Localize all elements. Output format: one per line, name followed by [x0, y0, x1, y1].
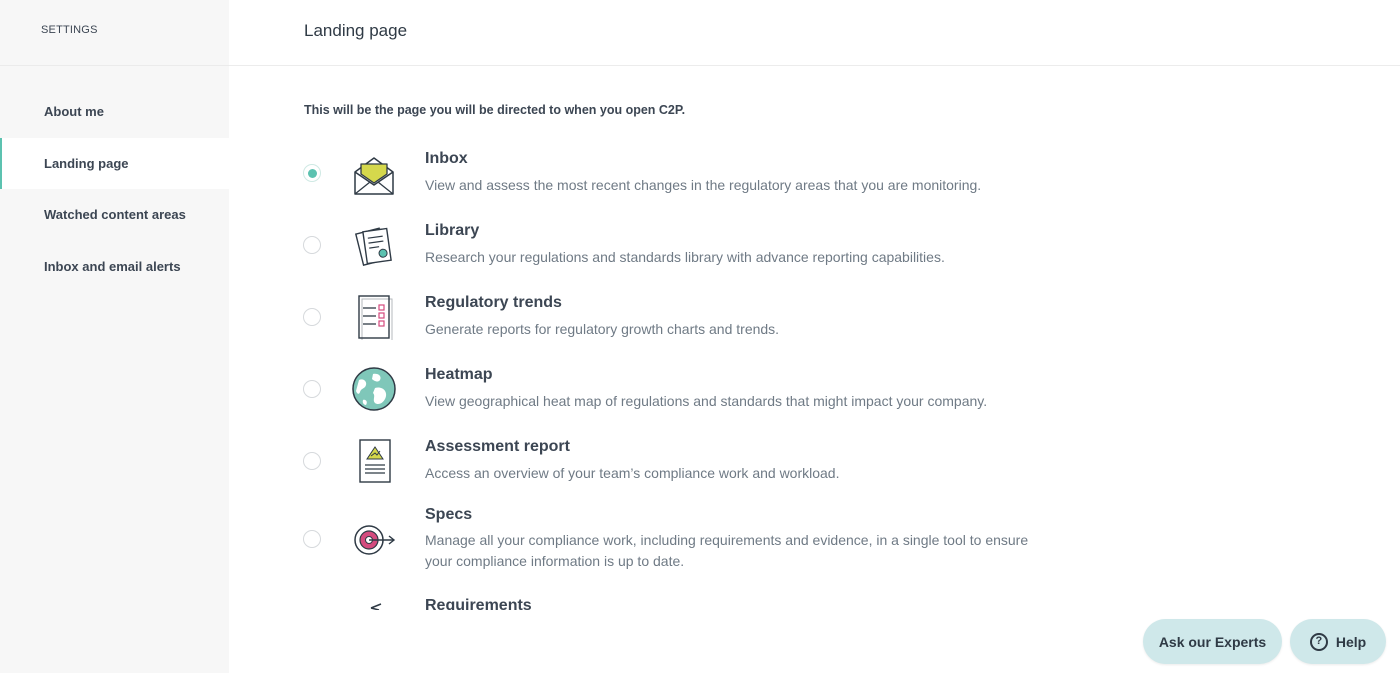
option-description: Access an overview of your team’s compli… — [425, 465, 840, 481]
sidebar-item-inbox-email-alerts[interactable]: Inbox and email alerts — [0, 241, 229, 293]
help-button[interactable]: ? Help — [1290, 619, 1386, 664]
sidebar-title: SETTINGS — [41, 24, 98, 36]
page-header: Landing page — [229, 0, 1400, 66]
settings-nav: About me Landing page Watched content ar… — [0, 86, 229, 292]
requirements-icon — [370, 603, 382, 610]
sidebar-item-label: Inbox and email alerts — [44, 258, 181, 274]
radio-inbox[interactable] — [303, 164, 321, 182]
settings-sidebar: SETTINGS About me Landing page Watched c… — [0, 0, 229, 673]
sidebar-item-watched-content-areas[interactable]: Watched content areas — [0, 189, 229, 241]
option-description: View and assess the most recent changes … — [425, 177, 982, 193]
option-description: View geographical heat map of regulation… — [425, 393, 988, 409]
radio-specs[interactable] — [303, 530, 321, 548]
sidebar-item-label: Landing page — [44, 155, 129, 171]
option-title: Library — [425, 222, 480, 239]
report-icon — [359, 439, 391, 483]
globe-icon — [352, 367, 396, 411]
intro-text: This will be the page you will be direct… — [304, 103, 686, 117]
option-title: Requirements — [425, 597, 532, 610]
radio-assessment-report[interactable] — [303, 452, 321, 470]
sidebar-item-label: About me — [44, 104, 104, 120]
option-title: Specs — [425, 506, 473, 523]
option-title: Assessment report — [425, 438, 570, 455]
sidebar-divider — [0, 65, 229, 66]
option-description: Research your regulations and standards … — [425, 249, 945, 265]
radio-library[interactable] — [303, 236, 321, 254]
envelope-icon — [354, 157, 394, 195]
sidebar-item-about-me[interactable]: About me — [0, 86, 229, 138]
option-description: Generate reports for regulatory growth c… — [425, 321, 780, 337]
ask-experts-label: Ask our Experts — [1158, 633, 1267, 650]
documents-icon — [354, 227, 392, 266]
option-description: Manage all your compliance work, includi… — [425, 532, 1029, 569]
page-title: Landing page — [304, 21, 408, 40]
option-title: Inbox — [425, 150, 468, 167]
radio-heatmap[interactable] — [303, 380, 321, 398]
radio-regulatory-trends[interactable] — [303, 308, 321, 326]
option-title: Regulatory trends — [425, 294, 562, 311]
question-icon: ? — [1309, 632, 1328, 651]
option-title: Heatmap — [425, 366, 493, 383]
sidebar-item-label: Watched content areas — [44, 207, 186, 223]
checklist-icon — [358, 295, 393, 340]
target-icon — [354, 525, 396, 555]
sidebar-item-landing-page[interactable]: Landing page — [0, 137, 229, 189]
landing-page-options: This will be the page you will be direct… — [229, 66, 1400, 610]
help-label: Help — [1335, 633, 1367, 650]
ask-experts-button[interactable]: Ask our Experts — [1143, 619, 1282, 664]
